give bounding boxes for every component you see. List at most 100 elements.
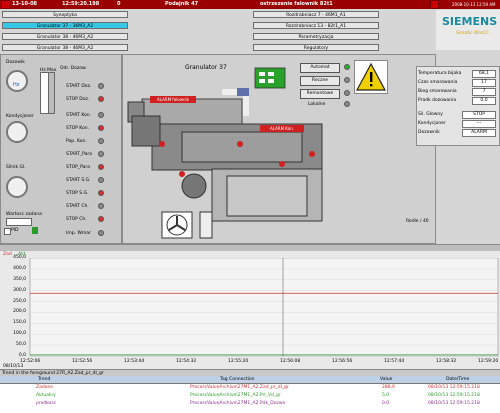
- odr-label: Odr. Dozow.: [60, 66, 87, 71]
- datetime-right: 2008-10-13 12:59 AM: [452, 2, 496, 7]
- mode-reczne-button[interactable]: Reczne: [300, 76, 340, 86]
- param-label-3: Pradk dozowania: [418, 98, 457, 103]
- led-reczne: [344, 77, 350, 83]
- nav-regulatory[interactable]: Regulatory: [253, 44, 379, 51]
- trend-toolbar: [0, 244, 500, 251]
- y-tick-label: 400,0: [13, 265, 26, 271]
- x-tick-label: 12:56:56: [332, 359, 353, 364]
- led-start-ch: [98, 203, 104, 209]
- brand-sub: Simatic WinCC: [456, 31, 489, 36]
- btn-start-doz[interactable]: START Doz.: [66, 84, 91, 89]
- param-value-0: 68,1: [472, 70, 496, 78]
- row1-trend: Aktualny: [36, 393, 56, 398]
- x-tick-label: 12:59:20: [478, 359, 499, 364]
- status-value-0: STOP: [462, 111, 496, 119]
- table-row[interactable]: predkosc ProcessValueArchive\27M1_A2.Pdk…: [0, 400, 500, 408]
- y-tick-label: 100,0: [13, 331, 26, 337]
- led-automat: [344, 64, 350, 70]
- param-label-0: Temperatura bijaka: [418, 71, 462, 76]
- nav-rozdrabniacz-13[interactable]: Rozdrabniacz 13 - 82t1_A1: [253, 22, 379, 29]
- alarm-square-icon[interactable]: [1, 0, 10, 9]
- status-value-2: ALARM: [462, 129, 496, 137]
- table-row[interactable]: Zadane ProcessValueArchive\27M1_A2.Zad_p…: [0, 384, 500, 392]
- row0-date: 08/10/13 12:59:15.218: [428, 385, 480, 390]
- led-stop-sg: [98, 190, 104, 196]
- row1-value: 5,0: [382, 393, 390, 398]
- y-tick-label: 350,0: [13, 276, 26, 282]
- valve: [237, 88, 249, 96]
- granulator-diagram: [127, 67, 323, 239]
- trend-plot: [29, 258, 499, 357]
- row1-tag: ProcessValueArchive\27M1_A2.Prl_Vd_gr: [190, 393, 281, 398]
- row1-date: 08/10/13 12:59:15.218: [428, 393, 480, 398]
- mode-remontowe-button[interactable]: Remontowe: [300, 89, 340, 99]
- th-trend: Trend: [38, 377, 51, 382]
- nav-granulator-38a[interactable]: Granulator 38 - 46M3_A2: [2, 33, 128, 40]
- led-start-para: [98, 151, 104, 157]
- table-header-row: Trend Tag Connection Value Date/Time: [0, 376, 500, 383]
- station-text: Podajnik 47: [165, 1, 199, 7]
- btn-start-ch[interactable]: START Ch.: [66, 204, 89, 209]
- param-value-2: 7: [472, 88, 496, 96]
- y-tick-label: 150,0: [13, 320, 26, 326]
- btn-start-kon[interactable]: START Kon.: [66, 113, 91, 118]
- alarm-message: ostrzezenie falownik 82t1: [260, 1, 333, 7]
- silnik-label: Silnik Gl.: [6, 165, 26, 170]
- ack-square-icon[interactable]: [430, 0, 439, 9]
- machine-footer: Redle / 40: [406, 219, 429, 224]
- btn-start-para[interactable]: START_Para: [66, 152, 92, 157]
- pid-label: PID: [11, 228, 19, 233]
- x-tick-label: 12:54:32: [176, 359, 197, 364]
- led-stop-doz: [98, 96, 104, 102]
- btn-stop-kon[interactable]: STOP Kon.: [66, 126, 89, 131]
- y-tick-label: 50,0: [15, 342, 26, 348]
- param-label-2: Bieg smarowania: [418, 89, 457, 94]
- y-tick-label: 450,0: [13, 255, 26, 260]
- wartosc-zadana-label: Wartosc zadana: [6, 212, 42, 217]
- row2-tag: ProcessValueArchive\27M1_A2.Pdk_Dozwo: [190, 401, 286, 406]
- btn-stop-ch[interactable]: STOP Ch.: [66, 217, 87, 222]
- y-tick-label: 200,0: [13, 309, 26, 315]
- kondycjoner-label: Kondycjoner: [6, 114, 34, 119]
- x-tick-label: 12:53:44: [124, 359, 145, 364]
- table-row[interactable]: Aktualny ProcessValueArchive\27M1_A2.Prl…: [0, 392, 500, 400]
- btn-start-sg[interactable]: START S.G.: [66, 178, 91, 183]
- row0-value: 288,0: [382, 385, 395, 390]
- btn-stop-para[interactable]: STOP_Para: [66, 165, 90, 170]
- nav-granulator-38b[interactable]: Granulator 38 - 46M3_A2: [2, 44, 128, 51]
- btn-stop-sg[interactable]: STOP S.G.: [66, 191, 89, 196]
- wartosc-zadana-input[interactable]: [6, 218, 32, 226]
- date-text: 13-10-08: [12, 1, 38, 7]
- param-label-1: Czas smarowania: [418, 80, 458, 85]
- th-tag: Tag Connection: [220, 377, 255, 382]
- warning-icon: [354, 60, 388, 94]
- nav-granulator-37[interactable]: Granulator 37 - 36M3_A2: [2, 22, 128, 29]
- led-start-sg: [98, 177, 104, 183]
- led-lokalne: [344, 101, 350, 107]
- nav-rozdrabniacz-7[interactable]: Rozdrabniacz 7 - 46M1_A1: [253, 11, 379, 18]
- row2-date: 08/10/13 12:59:15.218: [428, 401, 480, 406]
- x-tick-label: 12:57:44: [384, 359, 405, 364]
- row2-trend: predkosc: [36, 401, 57, 406]
- status-value-1: ---: [462, 120, 496, 128]
- y-tick-label: 300,0: [13, 287, 26, 293]
- y-tick-label: 250,0: [13, 298, 26, 304]
- btn-imp-wmar[interactable]: Imp. Wmar: [66, 231, 91, 236]
- btn-stop-doz[interactable]: STOP Doz.: [66, 97, 89, 102]
- pid-checkbox[interactable]: [4, 228, 11, 235]
- mode-automat-button[interactable]: Automat: [300, 63, 340, 73]
- x-tick-label: 12:56:08: [280, 359, 301, 364]
- nav-synoptyka[interactable]: Synoptyka: [2, 11, 128, 18]
- alarm-kon-badge: ALARM Kon.: [260, 125, 304, 132]
- level-indicator: [254, 67, 286, 89]
- pid-indicator: [32, 227, 38, 234]
- nav-parametryzacja[interactable]: Parametryzacja: [253, 33, 379, 40]
- btn-pap-kon[interactable]: Pap. Kon.: [66, 139, 87, 144]
- gauge-unit: Hz: [13, 82, 20, 88]
- alarm-falownik-badge: ALARM falownik: [150, 96, 196, 103]
- led-start-kon: [98, 112, 104, 118]
- x-tick-label: 12:52:06: [20, 359, 41, 364]
- kondycjoner-gauge: [6, 121, 28, 143]
- row0-trend: Zadane: [36, 385, 54, 390]
- status-label-2: Dozownik: [418, 130, 440, 135]
